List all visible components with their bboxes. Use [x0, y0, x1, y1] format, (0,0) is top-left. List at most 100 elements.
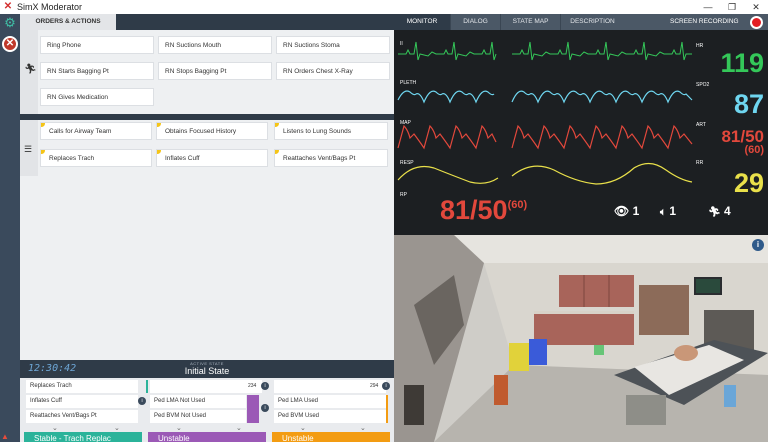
state-button-unstable[interactable]: Unstable	[148, 432, 266, 442]
channel-label: MAP	[400, 120, 411, 126]
maximize-button[interactable]: ❐	[720, 0, 744, 14]
settings-gear-icon[interactable]: ⚙	[3, 16, 17, 30]
app-window: ✕ SimX Moderator — ❐ ✕ ⚙ ✕ ▲ ORDERS & AC…	[0, 0, 768, 442]
chevron-down-icon[interactable]: ⌄	[236, 424, 242, 432]
window-title: SimX Moderator	[17, 2, 83, 12]
order-rn-stops-bagging[interactable]: RN Stops Bagging Pt	[158, 62, 272, 80]
state-item[interactable]: Ped LMA Used	[274, 395, 386, 408]
audio-count: 🔈︎ 1	[660, 204, 676, 218]
pending-dot-icon	[157, 123, 161, 127]
state-item[interactable]	[150, 380, 262, 393]
order-rn-gives-medication[interactable]: RN Gives Medication	[40, 88, 154, 106]
info-badge-icon: i	[261, 382, 269, 390]
person-walking-icon: 🏃︎	[708, 207, 721, 218]
eye-icon: 👁︎	[614, 204, 630, 218]
ecg-waveform	[398, 41, 692, 61]
tab-description[interactable]: DESCRIPTION	[560, 14, 624, 30]
audio-count-value: 1	[669, 204, 677, 218]
pending-dot-icon	[157, 150, 161, 154]
tab-orders-actions[interactable]: ORDERS & ACTIONS	[20, 14, 116, 30]
state-button-stable[interactable]: Stable - Trach Replac	[24, 432, 142, 442]
pending-dot-icon	[41, 123, 45, 127]
channel-label: RESP	[400, 160, 414, 166]
pleth-waveform	[397, 90, 693, 104]
vital-value-rr: 29	[733, 168, 764, 198]
chevron-down-icon[interactable]: ⌄	[300, 424, 306, 432]
participant-count: 🏃︎ 4	[708, 204, 731, 218]
title-bar: ✕ SimX Moderator — ❐ ✕	[0, 0, 768, 14]
simulation-3d-view[interactable]	[394, 235, 768, 442]
action-calls-airway-team[interactable]: Calls for Airway Team	[40, 122, 152, 140]
pending-dot-icon	[275, 123, 279, 127]
left-rail: ⚙ ✕ ▲	[0, 14, 20, 442]
state-item[interactable]: Ped BVM Not Used	[150, 410, 246, 423]
info-badge-icon: i	[138, 397, 146, 405]
channel-label: II	[400, 41, 403, 47]
tab-monitor[interactable]: MONITOR	[394, 14, 450, 30]
channel-label: PLETH	[400, 80, 417, 86]
record-button[interactable]	[750, 16, 763, 29]
vital-label-spo2: SPO2	[696, 82, 710, 88]
bp-main-value: 81/50	[440, 195, 508, 225]
state-item[interactable]: Inflates Cuff	[26, 395, 138, 408]
state-item[interactable]: Ped LMA Not Used	[150, 395, 246, 408]
channel-label: RP	[400, 192, 407, 198]
vital-value-hr: 119	[720, 48, 764, 78]
action-replaces-trach[interactable]: Replaces Trach	[40, 149, 152, 167]
tab-dialog[interactable]: DIALOG	[450, 14, 500, 30]
left-tab-strip: ORDERS & ACTIONS	[20, 14, 394, 30]
observer-count-value: 1	[632, 204, 640, 218]
order-rn-starts-bagging[interactable]: RN Starts Bagging Pt	[40, 62, 154, 80]
action-inflates-cuff[interactable]: Inflates Cuff	[156, 149, 268, 167]
close-window-button[interactable]: ✕	[744, 0, 768, 14]
info-badge-icon: i	[382, 382, 390, 390]
order-ring-phone[interactable]: Ring Phone	[40, 36, 154, 54]
action-label: Calls for Airway Team	[49, 128, 112, 135]
speaker-icon: 🔈︎	[660, 207, 666, 218]
bp-readout: 81/50(60)	[440, 195, 527, 226]
chevron-down-icon[interactable]: ⌄	[52, 424, 58, 432]
vital-value-spo2: 87	[733, 89, 764, 119]
order-rn-suctions-stoma[interactable]: RN Suctions Stoma	[276, 36, 390, 54]
action-reattaches-vent[interactable]: Reattaches Vent/Bags Pt	[274, 149, 388, 167]
action-label: Inflates Cuff	[165, 155, 200, 162]
action-obtains-history[interactable]: Obtains Focused History	[156, 122, 268, 140]
screen-recording-label: SCREEN RECORDING	[670, 18, 739, 25]
action-label: Reattaches Vent/Bags Pt	[283, 155, 356, 162]
tab-state-map[interactable]: STATE MAP	[500, 14, 560, 30]
order-rn-suctions-mouth[interactable]: RN Suctions Mouth	[158, 36, 272, 54]
vital-label-rr: RR	[696, 160, 704, 166]
list-icon: ☰	[24, 144, 33, 154]
person-running-icon: 🏃︎	[24, 64, 37, 75]
vital-label-hr: HR	[696, 43, 704, 49]
action-label: Obtains Focused History	[165, 128, 237, 135]
minimize-button[interactable]: —	[696, 0, 720, 14]
state-item[interactable]: Reattaches Vent/Bags Pt	[26, 410, 138, 423]
active-state-bar: 12:30:42 ACTIVE STATE Initial State	[20, 360, 394, 378]
app-logo-icon: ✕	[3, 1, 13, 12]
action-listens-lung-sounds[interactable]: Listens to Lung Sounds	[274, 122, 388, 140]
state-count: 234	[248, 383, 257, 389]
participant-count-value: 4	[724, 204, 731, 218]
close-session-button[interactable]: ✕	[2, 36, 18, 52]
state-item[interactable]: Ped BVM Used	[274, 410, 386, 423]
hospital-room-illustration	[394, 235, 768, 442]
action-label: Listens to Lung Sounds	[283, 128, 351, 135]
chevron-down-icon[interactable]: ⌄	[360, 424, 366, 432]
map-waveform	[397, 124, 693, 150]
order-rn-chest-xray[interactable]: RN Orders Chest X-Ray	[276, 62, 390, 80]
state-marker	[247, 395, 259, 423]
vital-label-art: ART	[696, 122, 706, 128]
state-count: 294	[370, 383, 379, 389]
window-controls: — ❐ ✕	[696, 0, 768, 14]
active-state-name: Initial State	[184, 366, 230, 376]
bp-mean-value: (60)	[507, 199, 528, 211]
scene-info-button[interactable]: i	[752, 239, 764, 251]
chevron-down-icon[interactable]: ⌄	[176, 424, 182, 432]
info-badge-icon: i	[261, 404, 269, 412]
chevron-down-icon[interactable]: ⌄	[114, 424, 120, 432]
waveform-traces	[397, 41, 693, 185]
resp-waveform	[397, 162, 693, 185]
state-item[interactable]: Replaces Trach	[26, 380, 138, 393]
state-button-unstable[interactable]: Unstable	[272, 432, 390, 442]
